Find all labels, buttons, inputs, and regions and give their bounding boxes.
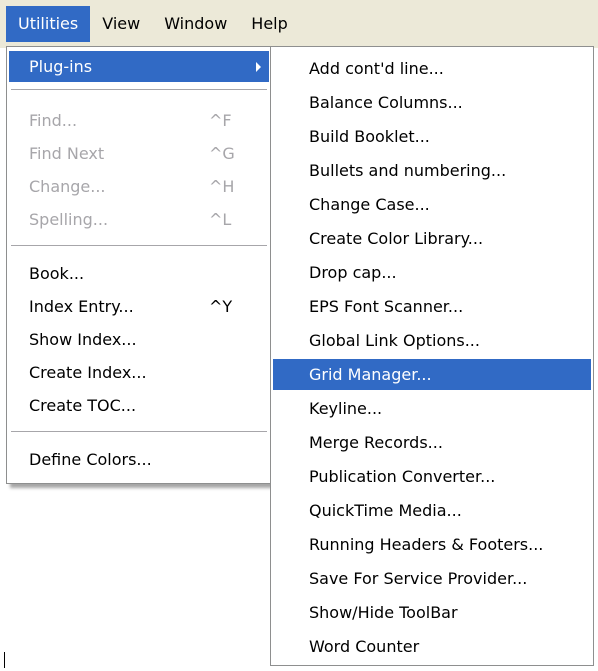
submenu-item-create-color-library[interactable]: Create Color Library... xyxy=(273,223,591,254)
menu-item-label: Plug-ins xyxy=(29,57,93,76)
menu-item-plug-ins[interactable]: Plug-ins xyxy=(9,51,269,82)
submenu-item-add-contd-line[interactable]: Add cont'd line... xyxy=(273,53,591,84)
menu-item-label: Define Colors... xyxy=(29,450,152,469)
menu-item-label: Find... xyxy=(29,111,78,130)
submenu-item-build-booklet[interactable]: Build Booklet... xyxy=(273,121,591,152)
submenu-item-quicktime-media[interactable]: QuickTime Media... xyxy=(273,495,591,526)
submenu-item-drop-cap[interactable]: Drop cap... xyxy=(273,257,591,288)
submenu-item-eps-font-scanner[interactable]: EPS Font Scanner... xyxy=(273,291,591,322)
menu-item-label: Change... xyxy=(29,177,106,196)
menu-item-label: Book... xyxy=(29,264,85,283)
menu-item-shortcut: ^Y xyxy=(209,297,233,316)
submenu-item-balance-columns[interactable]: Balance Columns... xyxy=(273,87,591,118)
menu-item-find[interactable]: Find... ^F xyxy=(9,105,269,136)
menu-item-shortcut: ^H xyxy=(209,177,235,196)
submenu-item-bullets-and-numbering[interactable]: Bullets and numbering... xyxy=(273,155,591,186)
utilities-dropdown: Plug-ins Find... ^F Find Next ^G Change.… xyxy=(6,46,272,484)
menu-item-label: Create TOC... xyxy=(29,396,137,415)
menu-item-label: Create Index... xyxy=(29,363,147,382)
menu-item-index-entry[interactable]: Index Entry... ^Y xyxy=(9,291,269,322)
menu-item-label: Show Index... xyxy=(29,330,137,349)
menu-item-shortcut: ^G xyxy=(209,144,235,163)
submenu-item-merge-records[interactable]: Merge Records... xyxy=(273,427,591,458)
submenu-item-publication-converter[interactable]: Publication Converter... xyxy=(273,461,591,492)
menu-item-change[interactable]: Change... ^H xyxy=(9,171,269,202)
submenu-item-show-hide-toolbar[interactable]: Show/Hide ToolBar xyxy=(273,597,591,628)
menu-window[interactable]: Window xyxy=(152,6,239,42)
menu-item-find-next[interactable]: Find Next ^G xyxy=(9,138,269,169)
menu-item-book[interactable]: Book... xyxy=(9,258,269,289)
menu-separator xyxy=(11,89,267,91)
menu-separator xyxy=(11,431,267,433)
text-cursor xyxy=(4,652,5,668)
menu-item-spelling[interactable]: Spelling... ^L xyxy=(9,204,269,235)
submenu-item-grid-manager[interactable]: Grid Manager... xyxy=(273,359,591,390)
menu-utilities[interactable]: Utilities xyxy=(6,6,91,42)
menu-item-shortcut: ^L xyxy=(209,210,232,229)
submenu-item-save-for-service-provider[interactable]: Save For Service Provider... xyxy=(273,563,591,594)
app-screen: Utilities View Window Help Plug-ins Find… xyxy=(0,0,598,671)
menu-item-create-toc[interactable]: Create TOC... xyxy=(9,390,269,421)
menu-item-shortcut: ^F xyxy=(209,111,232,130)
menu-item-label: Index Entry... xyxy=(29,297,134,316)
submenu-item-keyline[interactable]: Keyline... xyxy=(273,393,591,424)
menu-item-define-colors[interactable]: Define Colors... xyxy=(9,444,269,475)
menu-bar: Utilities View Window Help xyxy=(0,0,598,48)
submenu-arrow-icon xyxy=(256,62,261,72)
plug-ins-submenu: Add cont'd line... Balance Columns... Bu… xyxy=(270,46,594,666)
menu-help[interactable]: Help xyxy=(239,6,299,42)
menu-item-show-index[interactable]: Show Index... xyxy=(9,324,269,355)
menu-item-label: Find Next xyxy=(29,144,105,163)
submenu-item-running-headers-footers[interactable]: Running Headers & Footers... xyxy=(273,529,591,560)
menu-view[interactable]: View xyxy=(90,6,152,42)
submenu-item-word-counter[interactable]: Word Counter xyxy=(273,631,591,662)
submenu-item-change-case[interactable]: Change Case... xyxy=(273,189,591,220)
menu-item-label: Spelling... xyxy=(29,210,109,229)
submenu-item-global-link-options[interactable]: Global Link Options... xyxy=(273,325,591,356)
menu-item-create-index[interactable]: Create Index... xyxy=(9,357,269,388)
menu-separator xyxy=(11,245,267,247)
